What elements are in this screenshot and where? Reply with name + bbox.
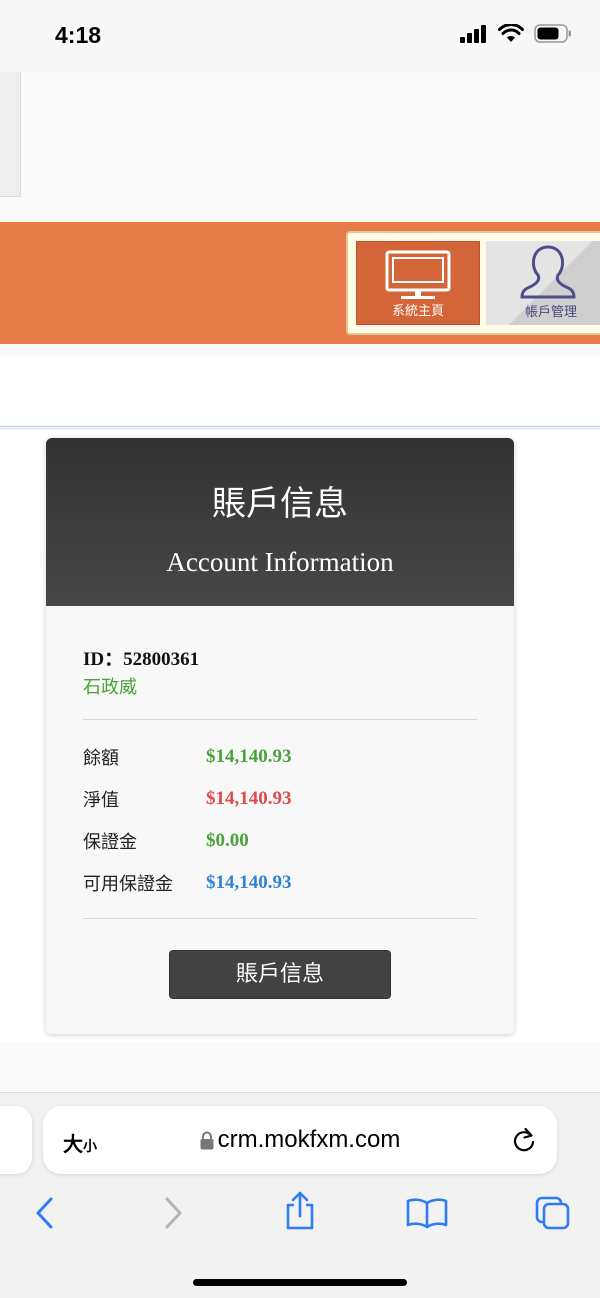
nav-account-button[interactable]: 帳戶管理: [486, 241, 600, 325]
reload-icon[interactable]: [511, 1126, 537, 1154]
header-placeholder: [0, 72, 21, 197]
url-display[interactable]: crm.mokfxm.com: [43, 1106, 557, 1174]
nav-panel: 系統主頁 帳戶管理: [346, 231, 600, 335]
divider: [83, 918, 477, 919]
margin-value: $0.00: [206, 830, 249, 851]
balance-row: 餘額 $14,140.93: [83, 736, 477, 778]
back-icon[interactable]: [32, 1195, 56, 1231]
nav-account-label: 帳戶管理: [524, 305, 577, 320]
monitor-icon: [385, 250, 451, 299]
web-content: 系統主頁 帳戶管理 賬戶信息 Account Information ID：52…: [0, 72, 600, 1092]
previous-tab-preview[interactable]: [0, 1106, 32, 1174]
user-icon: [520, 245, 576, 299]
battery-icon: [534, 24, 571, 43]
card-header: 賬戶信息 Account Information: [46, 438, 514, 606]
home-indicator: [193, 1279, 407, 1286]
margin-row: 保證金 $0.00: [83, 820, 477, 862]
balance-label: 餘額: [83, 748, 119, 769]
card-body: ID：52800361 石政威 餘額 $14,140.93 淨值 $14,140…: [46, 606, 514, 999]
free-margin-row: 可用保證金 $14,140.93: [83, 862, 477, 904]
margin-label: 保證金: [83, 832, 137, 853]
equity-label: 淨值: [83, 790, 119, 811]
card-title-chinese: 賬戶信息: [212, 484, 348, 524]
status-icons: [460, 24, 572, 43]
card-title-english: Account Information: [166, 547, 394, 577]
free-margin-value: $14,140.93: [206, 872, 292, 893]
balance-value: $14,140.93: [206, 746, 292, 767]
nav-home-label: 系統主頁: [391, 304, 444, 319]
divider: [0, 426, 600, 427]
cellular-signal-icon: [460, 24, 486, 43]
browser-chrome: 大小 crm.mokfxm.com: [0, 1092, 600, 1298]
tabs-icon[interactable]: [534, 1195, 572, 1231]
status-time: 4:18: [55, 22, 102, 48]
account-holder-name: 石政威: [83, 677, 137, 698]
wifi-icon: [498, 24, 524, 42]
divider: [0, 428, 600, 429]
free-margin-label: 可用保證金: [83, 874, 173, 895]
status-bar: 4:18: [0, 0, 600, 72]
spacer-band: [0, 356, 600, 426]
account-info-button[interactable]: 賬戶信息: [169, 950, 391, 999]
divider: [83, 719, 477, 720]
account-info-card: 賬戶信息 Account Information ID：52800361 石政威…: [46, 438, 514, 1034]
bookmarks-icon[interactable]: [406, 1197, 448, 1229]
forward-icon[interactable]: [162, 1195, 186, 1231]
equity-value: $14,140.93: [206, 788, 292, 809]
equity-row: 淨值 $14,140.93: [83, 778, 477, 820]
lock-icon: [200, 1131, 214, 1150]
url-text: crm.mokfxm.com: [217, 1126, 401, 1153]
address-bar[interactable]: 大小 crm.mokfxm.com: [43, 1106, 557, 1174]
account-id: ID：52800361: [83, 649, 200, 670]
nav-home-button[interactable]: 系統主頁: [356, 241, 480, 325]
share-icon[interactable]: [284, 1191, 316, 1231]
